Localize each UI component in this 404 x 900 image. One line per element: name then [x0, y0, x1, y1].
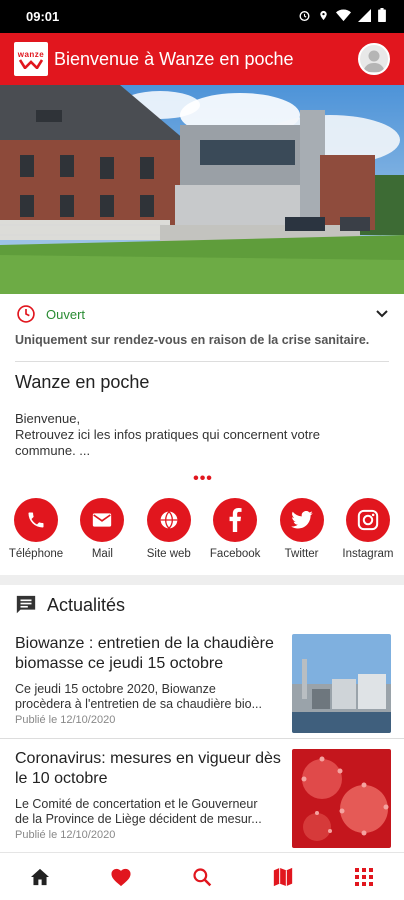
twitter-icon	[279, 498, 324, 542]
facebook-icon	[213, 498, 258, 542]
wanze-logo: wanze	[14, 42, 48, 76]
divider	[15, 361, 389, 362]
heart-icon	[111, 868, 131, 886]
nav-favorites-button[interactable]	[101, 857, 141, 897]
location-icon	[318, 9, 329, 25]
avatar[interactable]	[358, 43, 390, 75]
news-excerpt: Ce jeudi 15 octobre 2020, Biowanze procè…	[15, 682, 262, 711]
news-excerpt: Le Comité de concertation et le Gouverne…	[15, 797, 262, 826]
contact-facebook-button[interactable]: Facebook	[203, 498, 267, 570]
chevron-down-icon[interactable]	[376, 310, 388, 318]
news-title: Coronavirus: mesures en vigueur dès le 1…	[15, 750, 281, 787]
home-icon	[31, 868, 50, 885]
contact-instagram-button[interactable]: Instagram	[336, 498, 400, 570]
biowanze-thumbnail	[292, 634, 391, 733]
contact-twitter-button[interactable]: Twitter	[270, 498, 334, 570]
status-bar: 09:01	[0, 0, 404, 33]
status-time: 09:01	[26, 9, 60, 24]
contact-buttons: Téléphone Mail Site web Facebook Twitter…	[0, 498, 404, 570]
signal-icon	[358, 8, 371, 25]
intro-text: Bienvenue, Retrouvez ici les infos prati…	[15, 411, 320, 458]
news-title: Biowanze : entretien de la chaudière bio…	[15, 635, 274, 672]
grid-icon	[354, 867, 373, 886]
globe-icon	[146, 498, 191, 542]
map-icon	[273, 867, 292, 886]
battery-icon	[378, 8, 386, 25]
user-icon	[363, 50, 385, 72]
section-separator	[0, 575, 404, 585]
app-title: Bienvenue à Wanze en poche	[54, 48, 294, 69]
nav-home-button[interactable]	[20, 857, 60, 897]
alarm-icon	[298, 9, 311, 25]
nav-search-button[interactable]	[182, 857, 222, 897]
logo-mark-icon	[19, 58, 43, 69]
opening-hours-row[interactable]: Ouvert	[0, 294, 404, 334]
nav-map-button[interactable]	[263, 857, 303, 897]
contact-website-button[interactable]: Site web	[137, 498, 201, 570]
comment-icon	[16, 595, 36, 614]
instagram-icon	[345, 498, 390, 542]
clock-icon	[17, 305, 35, 323]
nav-menu-button[interactable]	[344, 857, 384, 897]
wifi-icon	[336, 9, 351, 25]
phone-icon	[14, 498, 58, 542]
more-button[interactable]: •••	[190, 470, 216, 490]
contact-mail-button[interactable]: Mail	[70, 498, 134, 570]
app-bar: wanze Bienvenue à Wanze en poche	[0, 33, 404, 85]
news-item[interactable]: Biowanze : entretien de la chaudière bio…	[0, 634, 404, 742]
contact-phone-button[interactable]: Téléphone	[4, 498, 68, 570]
news-date: Publié le 12/10/2020	[15, 714, 116, 726]
bottom-navigation	[0, 852, 404, 900]
search-icon	[193, 867, 212, 886]
news-date: Publié le 12/10/2020	[15, 829, 116, 841]
mail-icon	[80, 498, 125, 542]
town-hall-photo	[0, 85, 404, 294]
hours-note: Uniquement sur rendez-vous en raison de …	[15, 333, 370, 347]
news-item[interactable]: Coronavirus: mesures en vigueur dès le 1…	[0, 749, 404, 857]
divider	[0, 738, 404, 739]
open-status: Ouvert	[46, 306, 86, 322]
intro-title: Wanze en poche	[15, 372, 150, 392]
news-header: Actualités	[15, 594, 125, 616]
coronavirus-thumbnail	[292, 749, 391, 848]
